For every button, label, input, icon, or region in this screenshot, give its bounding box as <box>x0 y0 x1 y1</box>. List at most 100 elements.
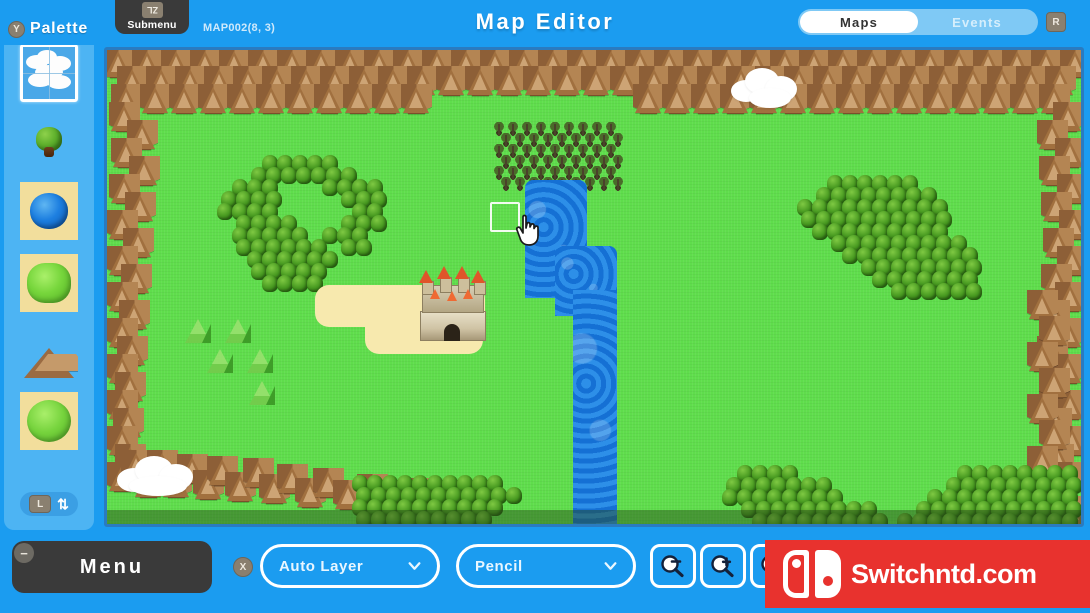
mountain-tile <box>436 66 467 96</box>
mountain-tile <box>662 84 693 114</box>
palette-swap-button[interactable]: L ⇅ <box>20 492 78 516</box>
tab-maps[interactable]: Maps <box>800 11 918 33</box>
grass-tile-icon <box>20 254 78 312</box>
grass-alt-tile-icon <box>20 392 78 450</box>
forest-tile <box>891 525 907 527</box>
forest-tile <box>921 283 937 300</box>
forest-tile <box>371 215 387 232</box>
forest-tile <box>296 167 312 184</box>
mountain-tile <box>865 84 896 114</box>
dead-tree-tile <box>597 177 611 192</box>
forest-tile <box>872 271 888 288</box>
forest-tile <box>801 525 817 527</box>
layer-dropdown-value: Auto Layer <box>279 557 364 575</box>
forest-tile <box>936 525 952 527</box>
forest-tile <box>262 275 278 292</box>
forest-tile <box>961 525 977 527</box>
mountain-tile <box>923 84 954 114</box>
palette-item-cloud-tile[interactable] <box>20 44 78 102</box>
forest-tile <box>217 203 233 220</box>
mountain-tile <box>633 84 664 114</box>
menu-button[interactable]: Menu <box>12 541 212 593</box>
forest-tile <box>951 283 967 300</box>
magnifier-plus-icon <box>711 555 734 578</box>
forest-tile <box>1006 525 1022 527</box>
chevron-down-icon <box>604 562 617 570</box>
forest-tile <box>1051 525 1067 527</box>
nintendo-switch-logo-icon <box>783 550 841 598</box>
palette-item-grass-tile[interactable] <box>20 254 78 312</box>
tool-dropdown-value: Pencil <box>475 557 523 575</box>
forest-tile <box>936 283 952 300</box>
map-canvas-frame[interactable] <box>104 47 1084 527</box>
mountain-tile <box>494 66 525 96</box>
forest-tile <box>901 525 917 527</box>
minus-button-glyph[interactable]: − <box>14 543 34 563</box>
mountain-tile <box>1010 84 1041 114</box>
mountain-tile <box>981 84 1012 114</box>
forest-tile <box>1036 525 1052 527</box>
x-button-glyph[interactable]: X <box>233 557 253 577</box>
map-editor-app: Y Palette ZL Submenu MAP002(8, 3) Map Ed… <box>0 0 1090 613</box>
dead-tree-tile <box>611 177 625 192</box>
watermark-text: Switchntd.com <box>851 558 1037 589</box>
palette-item-water-tile[interactable] <box>20 182 78 240</box>
zoom-out-button[interactable] <box>650 544 696 588</box>
water-tile-icon <box>20 182 78 240</box>
forest-tile <box>722 489 738 506</box>
forest-tile <box>842 247 858 264</box>
tree-tile-icon <box>20 116 78 168</box>
palette-item-mountain-tile[interactable] <box>20 326 78 378</box>
mountain-tile <box>343 84 374 114</box>
palette-item-grass-alt-tile[interactable] <box>20 392 78 450</box>
pine-tree-tile <box>185 318 211 344</box>
mountain-tile <box>691 84 722 114</box>
forest-tile <box>991 525 1007 527</box>
layer-dropdown[interactable]: Auto Layer <box>260 544 440 588</box>
tool-dropdown[interactable]: Pencil <box>456 544 636 588</box>
mountain-tile <box>552 66 583 96</box>
cloud-tile-icon <box>23 47 75 99</box>
tab-events[interactable]: Events <box>918 11 1036 33</box>
mountain-tile <box>952 84 983 114</box>
mountain-tile <box>256 84 287 114</box>
forest-tile <box>921 525 937 527</box>
l-button-glyph: L <box>29 495 52 513</box>
forest-tile <box>812 223 828 240</box>
map-bottom-shadow <box>107 510 1081 524</box>
forest-tile <box>771 525 787 527</box>
forest-tile <box>277 275 293 292</box>
map-canvas[interactable] <box>107 50 1081 524</box>
cloud-tile <box>727 64 803 110</box>
swap-icon: ⇅ <box>57 496 69 512</box>
forest-tile <box>281 167 297 184</box>
forest-tile <box>356 239 372 256</box>
forest-tile <box>816 525 832 527</box>
forest-tile <box>846 525 862 527</box>
forest-tile <box>1021 525 1037 527</box>
menu-button-label: Menu <box>79 555 145 578</box>
forest-tile <box>906 283 922 300</box>
palette-item-list <box>4 44 94 450</box>
mountain-tile <box>314 84 345 114</box>
forest-tile <box>786 525 802 527</box>
palette-item-tree-tile[interactable] <box>20 116 78 168</box>
r-button-glyph[interactable]: R <box>1046 12 1066 32</box>
palette-panel: L ⇅ <box>4 14 94 530</box>
hand-pointer-cursor <box>515 214 539 246</box>
pine-tree-tile <box>247 348 273 374</box>
mountain-tile <box>465 66 496 96</box>
zoom-in-button[interactable] <box>700 544 746 588</box>
mountain-tile <box>401 84 432 114</box>
mountain-tile <box>198 84 229 114</box>
cloud-tile <box>115 450 201 498</box>
forest-tile <box>876 525 892 527</box>
forest-tile <box>831 525 847 527</box>
mountain-tile <box>894 84 925 114</box>
forest-tile <box>861 525 877 527</box>
mountain-tile-icon <box>20 326 78 378</box>
mountain-tile <box>140 84 171 114</box>
forest-tile <box>506 487 522 504</box>
forest-tile <box>931 525 947 527</box>
forest-tile <box>891 283 907 300</box>
